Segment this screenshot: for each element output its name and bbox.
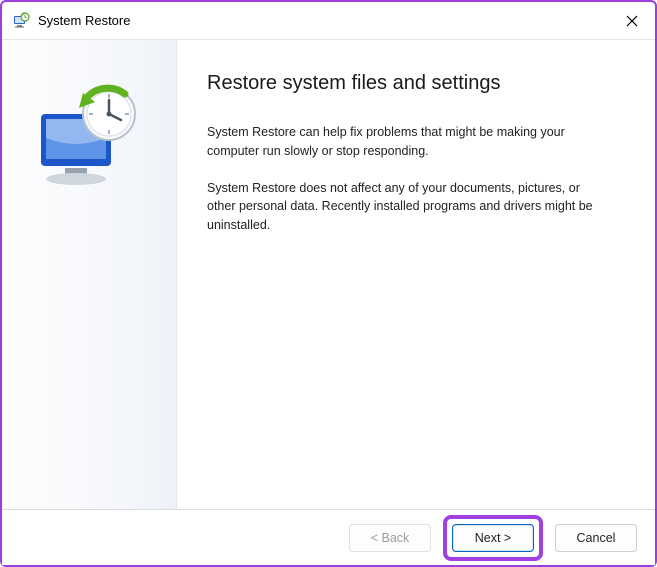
back-button: < Back — [349, 524, 431, 552]
system-restore-icon — [12, 12, 30, 30]
content-area: Restore system files and settings System… — [2, 40, 655, 509]
page-heading: Restore system files and settings — [207, 72, 617, 95]
close-button[interactable] — [609, 2, 655, 40]
cancel-button[interactable]: Cancel — [555, 524, 637, 552]
wizard-sidebar — [2, 40, 177, 509]
next-button-highlight: Next > — [443, 515, 543, 561]
description-paragraph-1: System Restore can help fix problems tha… — [207, 123, 607, 161]
titlebar: System Restore — [2, 2, 655, 40]
description-paragraph-2: System Restore does not affect any of yo… — [207, 179, 607, 235]
wizard-main: Restore system files and settings System… — [177, 40, 655, 509]
wizard-footer: < Back Next > Cancel — [2, 509, 655, 565]
close-icon — [626, 15, 638, 27]
window-title: System Restore — [38, 13, 130, 28]
next-button[interactable]: Next > — [452, 524, 534, 552]
system-restore-illustration-icon — [29, 78, 149, 198]
